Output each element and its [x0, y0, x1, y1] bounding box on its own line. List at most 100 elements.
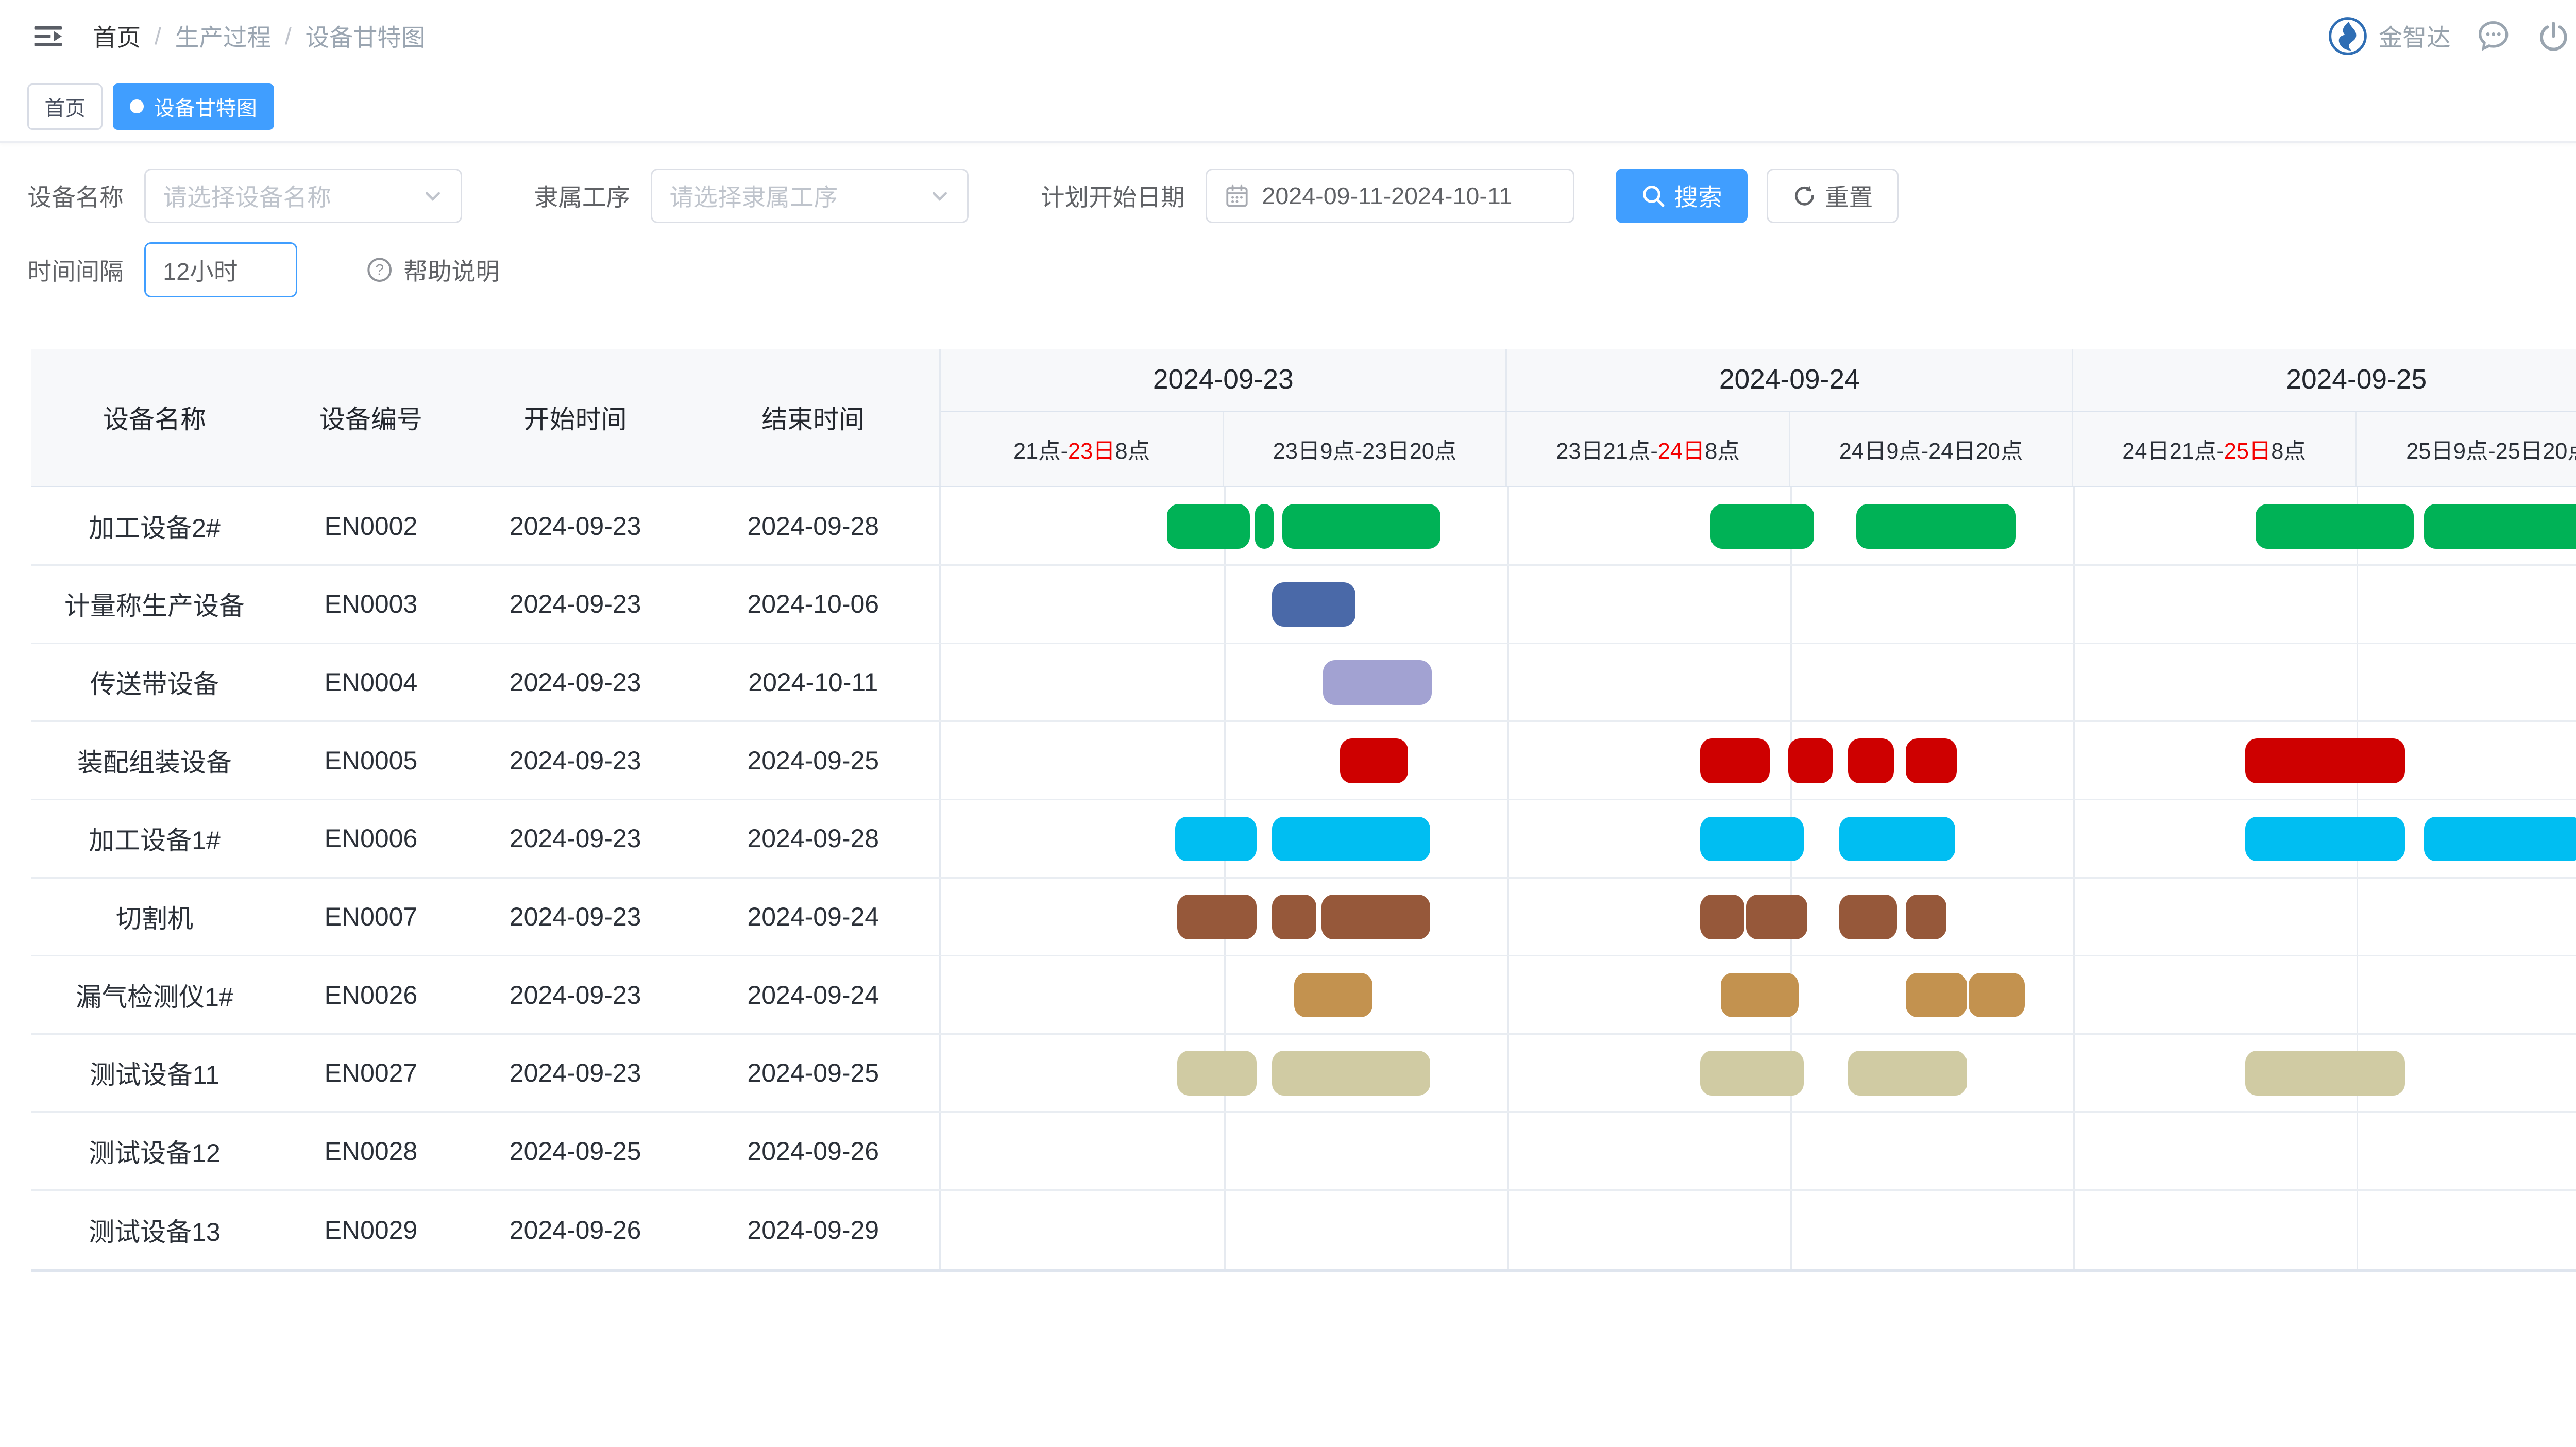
gantt-bar[interactable] — [2245, 738, 2405, 783]
time-subheader: 25日9点-25日20点 — [2357, 412, 2576, 486]
menu-fold-icon[interactable] — [31, 19, 65, 54]
device-code-cell: EN0007 — [278, 879, 464, 955]
gantt-bar[interactable] — [1906, 973, 1967, 1018]
subheader-text: 24日21点- — [2122, 433, 2224, 465]
reset-button[interactable]: 重置 — [1767, 169, 1899, 224]
interval-input[interactable]: 12小时 — [144, 242, 297, 297]
end-time-cell: 2024-09-25 — [687, 722, 939, 799]
gantt-bar[interactable] — [1788, 738, 1833, 783]
tab-gantt-active[interactable]: 设备甘特图 — [113, 83, 274, 130]
gantt-bar[interactable] — [1177, 1051, 1257, 1096]
gantt-gridline — [1507, 566, 1509, 643]
start-time-cell: 2024-09-23 — [464, 800, 687, 877]
gantt-header-group: 2024-09-232024-09-242024-09-2521点-23日8点2… — [939, 349, 2576, 486]
device-name-cell: 传送带设备 — [31, 644, 278, 721]
gantt-bar[interactable] — [1272, 1051, 1430, 1096]
filter-panel: 设备名称 请选择设备名称 隶属工序 请选择隶属工序 计划开始日期 — [0, 143, 2576, 297]
gantt-bar[interactable] — [1272, 582, 1355, 627]
subheader-text: 21点- — [1013, 433, 1068, 465]
tab-dot — [130, 99, 144, 113]
gantt-bar[interactable] — [1175, 817, 1257, 862]
process-select[interactable]: 请选择隶属工序 — [651, 169, 969, 224]
breadcrumb-current: 设备甘特图 — [305, 19, 425, 53]
logout-button[interactable]: 退出 — [2536, 19, 2576, 53]
gantt-bar[interactable] — [2424, 817, 2576, 862]
gantt-gridline — [2073, 879, 2075, 955]
gantt-bar[interactable] — [1272, 817, 1430, 862]
table-header: 设备名称设备编号开始时间结束时间2024-09-232024-09-242024… — [31, 349, 2576, 488]
gantt-bar[interactable] — [1906, 895, 1946, 939]
end-time-cell: 2024-09-25 — [687, 1035, 939, 1112]
gantt-bar[interactable] — [2245, 817, 2405, 862]
gantt-bar[interactable] — [1321, 895, 1430, 939]
device-name-cell: 装配组装设备 — [31, 722, 278, 799]
gantt-bar[interactable] — [1848, 1051, 1967, 1096]
gantt-bar[interactable] — [1906, 738, 1957, 783]
gantt-gridline — [1224, 566, 1226, 643]
gantt-bar[interactable] — [1700, 1051, 1804, 1096]
gantt-bar[interactable] — [1255, 504, 1274, 549]
gantt-bar[interactable] — [2256, 504, 2414, 549]
gantt-bar[interactable] — [1323, 660, 1432, 705]
breadcrumb: 首页 / 生产过程 / 设备甘特图 — [93, 19, 426, 53]
gantt-gridline — [2073, 487, 2075, 564]
gantt-bar[interactable] — [2424, 504, 2576, 549]
gantt-bar[interactable] — [1969, 973, 2025, 1018]
device-name-cell: 漏气检测仪1# — [31, 956, 278, 1033]
interval-label: 时间间隔 — [27, 253, 124, 287]
device-name-cell: 加工设备2# — [31, 487, 278, 564]
breadcrumb-home[interactable]: 首页 — [93, 19, 141, 53]
time-subheader: 24日9点-24日20点 — [1790, 412, 2074, 486]
device-code-cell: EN0027 — [278, 1035, 464, 1112]
gantt-gridline — [1790, 566, 1792, 643]
breadcrumb-separator: / — [155, 22, 161, 50]
column-header: 设备名称 — [31, 349, 278, 486]
gantt-row-area — [939, 879, 2576, 955]
gantt-bar[interactable] — [1700, 817, 1804, 862]
gantt-gridline — [1790, 644, 1792, 721]
plan-date-input[interactable]: 2024-09-11-2024-10-11 — [1206, 169, 1575, 224]
gantt-bar[interactable] — [1710, 504, 1814, 549]
device-name-cell: 测试设备13 — [31, 1191, 278, 1269]
gantt-bar[interactable] — [1294, 973, 1372, 1018]
gantt-bar[interactable] — [1839, 817, 1955, 862]
gantt-bar[interactable] — [1856, 504, 2016, 549]
plan-date-value: 2024-09-11-2024-10-11 — [1262, 182, 1512, 210]
gantt-bar[interactable] — [1746, 895, 1807, 939]
brand-logo-icon — [2327, 15, 2368, 57]
gantt-bar[interactable] — [1167, 504, 1250, 549]
gantt-bar[interactable] — [1721, 973, 1799, 1018]
gantt-bar[interactable] — [1700, 895, 1744, 939]
end-time-cell: 2024-09-28 — [687, 800, 939, 877]
gantt-bar[interactable] — [1848, 738, 1894, 783]
process-label: 隶属工序 — [534, 178, 631, 213]
help-link[interactable]: ? 帮助说明 — [366, 253, 500, 287]
search-button[interactable]: 搜索 — [1616, 169, 1748, 224]
end-time-cell: 2024-10-11 — [687, 644, 939, 721]
gantt-bar[interactable] — [1340, 738, 1408, 783]
gantt-bar[interactable] — [1272, 895, 1316, 939]
gantt-bar[interactable] — [2245, 1051, 2405, 1096]
gantt-gridline — [1224, 1113, 1226, 1189]
gantt-bar[interactable] — [1839, 895, 1897, 939]
breadcrumb-separator: / — [285, 22, 292, 50]
device-name-select[interactable]: 请选择设备名称 — [144, 169, 462, 224]
gantt-bar[interactable] — [1177, 895, 1257, 939]
table-row: 测试设备12EN00282024-09-252024-09-26 — [31, 1113, 2576, 1191]
gantt-row-area — [939, 644, 2576, 721]
tab-home[interactable]: 首页 — [27, 83, 103, 130]
gantt-bar[interactable] — [1700, 738, 1770, 783]
start-time-cell: 2024-09-23 — [464, 644, 687, 721]
gantt-row-area — [939, 1191, 2576, 1269]
time-subheader: 24日21点-25日8点 — [2073, 412, 2357, 486]
time-subheader-row: 21点-23日8点23日9点-23日20点23日21点-24日8点24日9点-2… — [941, 412, 2576, 486]
table-row: 测试设备11EN00272024-09-232024-09-25 — [31, 1035, 2576, 1113]
brand-name: 金智达 — [2379, 19, 2451, 53]
gantt-bar[interactable] — [1282, 504, 1440, 549]
message-button[interactable] — [2475, 17, 2512, 55]
reset-icon — [1792, 184, 1817, 208]
gantt-gridline — [1224, 1191, 1226, 1269]
gantt-gridline — [1224, 722, 1226, 799]
tags-bar: 首页 设备甘特图 — [0, 72, 2576, 143]
gantt-gridline — [2357, 1113, 2358, 1189]
